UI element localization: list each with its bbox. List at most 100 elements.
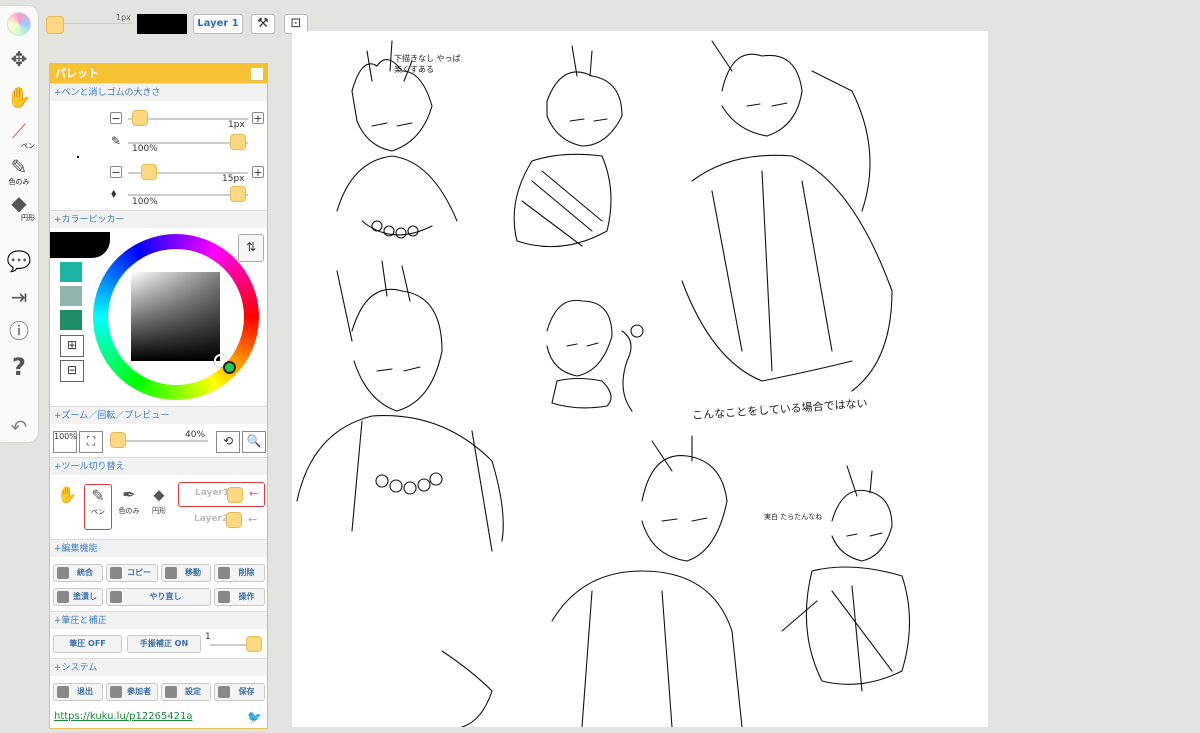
layer1-knob [227,487,243,503]
zoom-slider-knob[interactable] [110,432,126,448]
participants-label: 参加者 [127,687,151,696]
zoom-reset-button[interactable]: 100% [53,431,77,453]
room-link[interactable]: https://kuku.lu/p12265421a [54,711,193,722]
operation-button[interactable]: 操作 [214,588,265,606]
saturation-value-square[interactable] [131,272,220,361]
color-wheel-icon[interactable] [0,12,38,36]
pen-size-value: 1px [228,120,245,130]
section-pressure[interactable]: +筆圧と補正 [50,611,267,629]
eyedropper-icon: ✎ [10,155,28,179]
pen-tool[interactable]: ⟋ ペン [0,120,38,150]
diamond-icon: ⬥ [153,485,165,504]
rotate-button[interactable]: ⟲ [216,431,240,453]
download-icon [218,686,230,698]
eyedropper-tool[interactable]: ✎ 色のみ [0,156,38,186]
exit-label: 退出 [77,687,93,696]
magic-wand-button[interactable]: ⚒ [251,14,275,34]
pen-icon: ✎ [91,486,105,505]
pen-opacity-value: 100% [132,144,158,154]
settings-label: 設定 [185,687,201,696]
current-color-swatch[interactable] [137,14,187,34]
shape-tool[interactable]: ◆ 円形 [0,192,38,222]
crop-icon: ⊡ [290,16,302,31]
swatch-1[interactable] [60,262,82,282]
zoom-level: 40% [185,430,206,440]
save-button[interactable]: 保存 [214,683,265,701]
eraser-opacity-value: 100% [132,197,158,207]
delete-button[interactable]: 削除 [214,564,265,582]
move-button[interactable]: 移動 [161,564,211,582]
drawing-canvas[interactable]: 下描きなし やっぱ 楽くすある こんなことをしている場合ではない 実白 たらたん… [292,31,988,727]
eyedropper-tool-button[interactable]: ✒ 色のみ [116,484,142,528]
add-swatch-button[interactable]: ⊞ [60,335,84,357]
move-icon[interactable]: ✥ [0,48,38,70]
section-zoom[interactable]: +ズーム／回転／プレビュー [50,406,267,424]
settings-button[interactable]: 設定 [161,683,211,701]
chat-icon[interactable]: 💬 [0,250,38,272]
eraser-opacity-knob[interactable] [230,186,246,202]
eraser-size-minus-button[interactable]: − [110,166,122,178]
section-system[interactable]: +システム [50,658,267,676]
hand-icon[interactable]: ✋ [0,86,38,108]
section-color-picker[interactable]: +カラーピッカー [50,210,267,228]
fill-button[interactable]: 塗潰し [53,588,103,606]
swatch-3[interactable] [60,310,82,330]
fit-screen-button[interactable]: ⛶ [79,431,103,453]
hand-icon: ✋ [57,485,77,504]
stabilizer-knob[interactable] [246,636,262,652]
hand-tool-button[interactable]: ✋ [54,484,80,528]
redo-button[interactable]: やり直し [106,588,211,606]
save-label: 保存 [238,687,255,696]
layer1-select[interactable]: Layer1 ← [178,482,265,507]
twitter-icon[interactable]: 🐦 [247,710,262,724]
diamond-icon: ◆ [11,191,27,215]
merge-label: 統合 [77,568,93,577]
eraser-size-slider-knob[interactable] [141,164,157,180]
palette-collapse-button[interactable] [250,67,264,81]
arrow-left-icon: ← [249,487,259,500]
preview-button[interactable]: 🔍 [242,431,266,453]
stabilizer-toggle[interactable]: 手振補正 ON [127,635,201,653]
swatch-settings-button[interactable]: ⊟ [60,360,84,382]
eyedropper-icon: ✒ [122,485,136,504]
swatch-2[interactable] [60,286,82,306]
sketch-figure-7 [781,465,911,692]
canvas-note-bottom: 実白 たらたんなね [764,513,823,521]
pen-size-readout: 1px [116,13,131,22]
pressure-toggle[interactable]: 筆圧 OFF [53,635,122,653]
section-brush-size[interactable]: +ペンと消しゴムの大きさ [50,83,267,101]
star-icon [218,591,230,603]
section-tool-switch[interactable]: +ツール切り替え [50,457,267,475]
pen-tool-button[interactable]: ✎ ペン [84,484,112,530]
help-icon[interactable]: ? [0,355,38,379]
eraser-size-plus-button[interactable]: + [252,166,264,178]
shape-tool-button[interactable]: ⬥ 円形 [146,484,172,528]
exit-icon [57,686,69,698]
hue-cursor[interactable] [223,361,236,374]
layer2-knob [226,512,242,528]
sketch-figure-6 [441,435,743,727]
layer-button[interactable]: Layer 1 [193,14,243,34]
exit-button[interactable]: 退出 [53,683,103,701]
pen-size-plus-button[interactable]: + [252,112,264,124]
pen-size-knob[interactable] [46,16,64,34]
copy-button[interactable]: コピー [106,564,158,582]
arrow-left-icon: ← [248,513,258,526]
color-swap-button[interactable]: ⇅ [238,234,264,262]
info-icon[interactable]: ⓘ [0,320,38,342]
copy-label: コピー [127,568,151,577]
exit-door-icon[interactable]: ⇥ [0,286,38,308]
pen-size-track[interactable] [64,23,132,24]
pen-opacity-knob[interactable] [230,134,246,150]
merge-button[interactable]: 統合 [53,564,103,582]
participants-button[interactable]: 参加者 [106,683,158,701]
move-icon [165,567,177,579]
palette-title: パレット [55,67,99,80]
section-edit[interactable]: +編集機能 [50,539,267,557]
gear-icon [165,686,177,698]
fit-icon: ⛶ [86,434,96,448]
layer2-select[interactable]: Layer2 ← [178,509,265,531]
pen-size-slider-knob[interactable] [132,110,148,126]
pen-size-minus-button[interactable]: − [110,112,122,124]
undo-icon[interactable]: ↶ [0,416,38,438]
